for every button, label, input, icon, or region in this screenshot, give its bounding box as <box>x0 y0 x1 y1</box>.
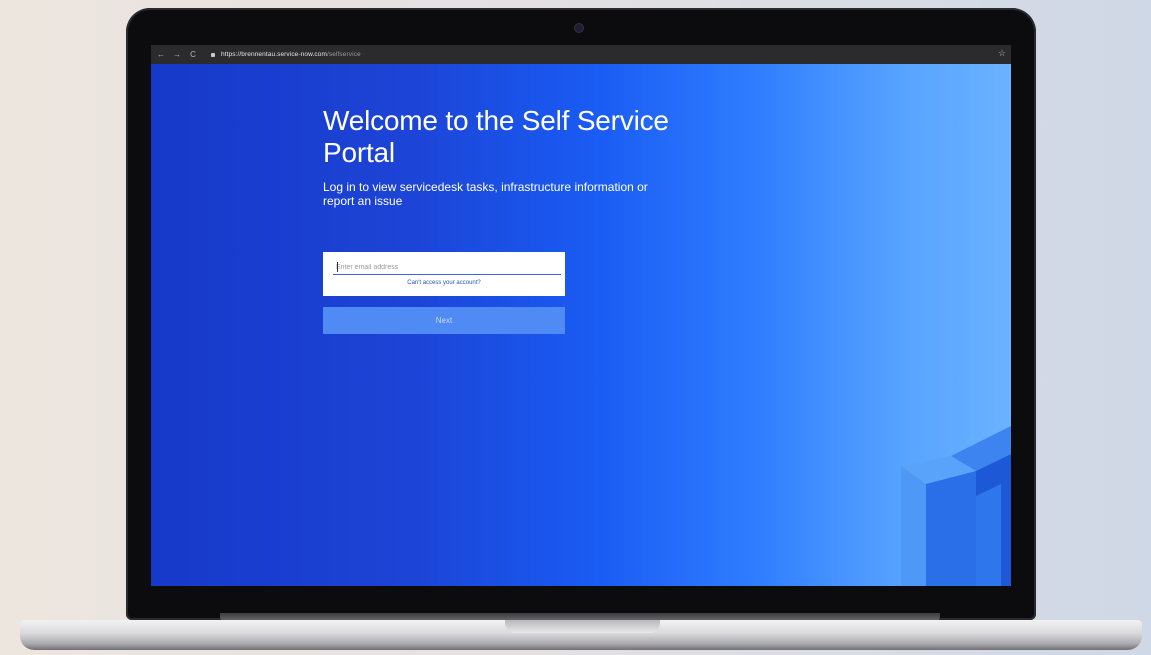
portal-page: Welcome to the Self Service Portal Log i… <box>151 64 1011 586</box>
back-icon[interactable]: ← <box>155 50 167 59</box>
next-button[interactable]: Next <box>323 307 565 334</box>
url-host: https://brennentau.service-now.com <box>221 51 328 58</box>
cant-access-account-link[interactable]: Can't access your account? <box>323 280 565 286</box>
page-title: Welcome to the Self Service Portal <box>323 105 669 168</box>
login-card: Can't access your account? <box>323 252 565 296</box>
email-field[interactable] <box>333 260 561 275</box>
url-path: /selfservice <box>327 51 361 58</box>
address-bar[interactable]: https://brennentau.service-now.com/selfs… <box>221 51 361 58</box>
page-subtitle: Log in to view servicedesk tasks, infras… <box>323 180 648 208</box>
forward-icon[interactable]: → <box>171 50 183 59</box>
lock-icon <box>211 52 215 57</box>
camera-icon <box>575 24 583 32</box>
laptop-notch <box>505 620 660 633</box>
reload-icon[interactable]: C <box>187 50 199 59</box>
text-cursor <box>337 262 338 272</box>
browser-toolbar: ← → C https://brennentau.service-now.com… <box>151 45 1011 64</box>
cube-graphic <box>901 426 1011 586</box>
bookmark-star-icon[interactable]: ☆ <box>998 48 1006 59</box>
laptop-screen: ← → C https://brennentau.service-now.com… <box>151 45 1011 586</box>
